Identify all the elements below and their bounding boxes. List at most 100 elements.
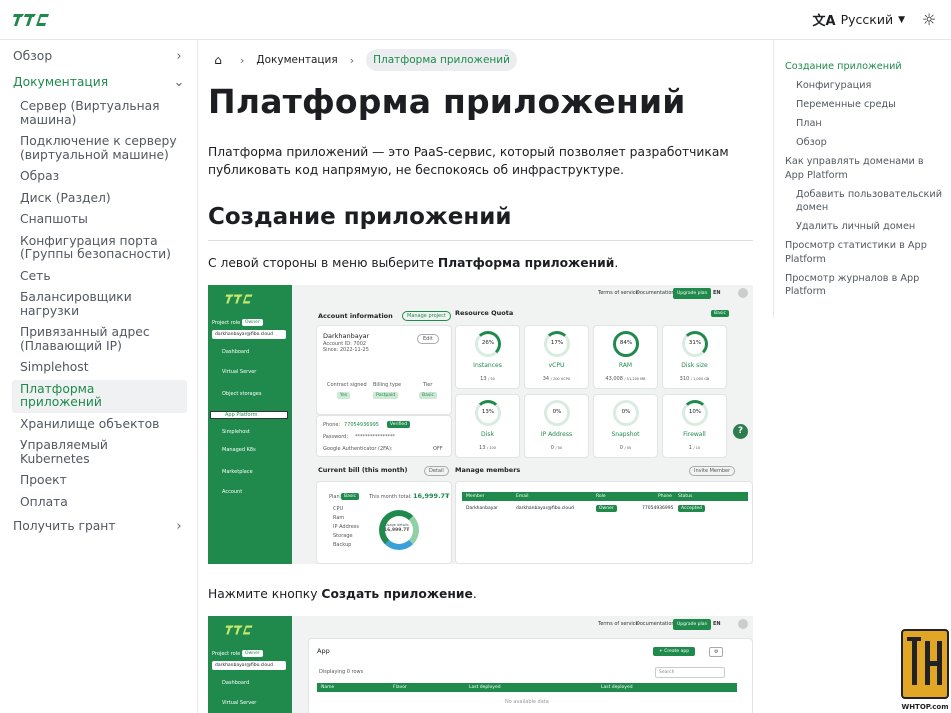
quota-max: / 100 — [486, 446, 496, 450]
screenshot-menu-item[interactable]: Dashboard — [208, 349, 292, 355]
screenshot-menu-item[interactable]: Simplehost — [208, 429, 292, 435]
search-input[interactable]: Search — [655, 667, 725, 678]
sidebar-subitem[interactable]: Конфигурация порта (Группы безопасности) — [12, 232, 187, 265]
phone-value: 77054936995 — [344, 422, 379, 428]
quota-max: / 1,000 GB — [690, 377, 710, 381]
toc-link[interactable]: План — [785, 117, 943, 131]
quota-ring: 31% — [682, 331, 708, 357]
breadcrumb-current: Платформа приложений — [366, 49, 517, 71]
sidebar-subitem[interactable]: Сервер (Виртуальная машина) — [12, 97, 187, 130]
chevron-right-icon: › — [176, 49, 182, 64]
sidebar-subitem[interactable]: Образ — [12, 167, 187, 187]
lang-switch[interactable]: EN — [713, 290, 721, 296]
sidebar-subitem[interactable]: Диск (Раздел) — [12, 189, 187, 209]
lang-switch[interactable]: EN — [713, 621, 721, 627]
col-member: Member — [466, 494, 485, 499]
quota-percent: 0% — [552, 409, 562, 415]
toc-link[interactable]: Добавить пользовательский домен — [785, 188, 943, 215]
screenshot-menu-item[interactable]: Virtual Server — [208, 369, 292, 375]
settings-icon[interactable]: ⚙ — [709, 647, 724, 657]
sidebar-subitem[interactable]: Подключение к серверу (виртуальной машин… — [12, 132, 187, 165]
avatar[interactable] — [738, 288, 748, 298]
documentation-link[interactable]: Documentation — [636, 621, 675, 627]
toc-link[interactable]: Удалить личный домен — [785, 220, 943, 234]
sun-icon[interactable]: ☼ — [919, 10, 939, 30]
breadcrumb-docs[interactable]: Документация — [256, 54, 337, 66]
caret-down-icon: ▼ — [898, 14, 905, 25]
brand-logo[interactable] — [12, 12, 50, 28]
menu-dashboard[interactable]: Dashboard — [208, 680, 292, 686]
quota-name: Firewall — [683, 431, 706, 438]
screenshot-menu-item[interactable]: Marketplace — [208, 469, 292, 475]
quota-name: IP Address — [540, 431, 573, 438]
account-since: Since: 2022-11-25 — [323, 347, 369, 353]
upgrade-button[interactable]: Upgrade plan — [673, 619, 712, 630]
step-1-text: С левой стороны в меню выберите Платформ… — [208, 256, 619, 270]
member-role: Owner — [596, 505, 617, 512]
contract-label: Contract signed — [327, 382, 367, 388]
col-email: Email — [516, 494, 529, 499]
sidebar-subitem[interactable]: Проект — [12, 471, 187, 491]
bill-legend-item: Ram — [333, 515, 345, 521]
toc-link[interactable]: Переменные среды — [785, 98, 943, 112]
edit-button[interactable]: Edit — [417, 334, 439, 344]
language-dropdown[interactable]: 文A Русский ▼ — [813, 10, 905, 29]
sidebar-subitem[interactable]: Оплата — [12, 493, 187, 513]
quota-used: 34 — [542, 376, 550, 382]
toc-link[interactable]: Просмотр статистики в App Platform — [785, 239, 943, 266]
2fa-toggle[interactable]: OFF — [433, 446, 443, 452]
sidebar-subitem[interactable]: Привязанный адрес (Плавающий IP) — [12, 323, 187, 356]
quota-used: 310 — [679, 376, 690, 382]
quota-ring: 84% — [613, 331, 639, 357]
sidebar-item-overview[interactable]: Обзор › — [12, 44, 187, 69]
whtop-watermark: WHTOP.com — [901, 629, 949, 711]
screenshot-menu-item[interactable]: Object storages — [208, 391, 292, 397]
sidebar-subitem[interactable]: Балансировщики нагрузки — [12, 288, 187, 321]
plan-badge: Basic — [711, 310, 729, 317]
invite-button[interactable]: Invite Member — [689, 466, 736, 476]
toc-link[interactable]: Как управлять доменами в App Platform — [785, 155, 943, 182]
toc-link[interactable]: Обзор — [785, 136, 943, 150]
documentation-link[interactable]: Documentation — [636, 290, 675, 296]
project-select[interactable]: darkhanbayar@fibo.cloud — [212, 330, 286, 339]
manage-project-button[interactable]: Manage project — [402, 311, 451, 321]
sidebar-subitem[interactable]: Платформа приложений — [12, 379, 187, 413]
app-card: App + Create app ⚙ Displaying 0 rows Sea… — [308, 638, 753, 713]
quota-ring: 0% — [613, 400, 639, 426]
screenshot-menu-item[interactable]: Account — [208, 489, 292, 495]
quota-percent: 84% — [619, 340, 633, 346]
toc-link[interactable]: Конфигурация — [785, 79, 943, 93]
terms-link[interactable]: Terms of service — [598, 621, 639, 627]
sidebar-subitem[interactable]: Снапшоты — [12, 210, 187, 230]
detail-button[interactable]: Detail — [424, 466, 449, 476]
screenshot-menu-item[interactable]: Managed K8s — [208, 447, 292, 453]
quota-name: Instances — [473, 362, 502, 369]
quota-usage: 43,008 / 51,200 MB — [594, 376, 657, 382]
quota-used: 13 — [479, 445, 486, 451]
member-email: darkhanbayar@fibo.cloud — [516, 506, 574, 511]
screenshot-menu-item[interactable]: App Platform — [210, 411, 288, 419]
home-icon[interactable]: ⌂ — [208, 53, 228, 67]
month-total-label: This month total: — [369, 494, 412, 500]
create-app-button[interactable]: + Create app — [653, 647, 696, 656]
project-select[interactable]: darkhanbayar@fibo.cloud — [212, 661, 286, 670]
upgrade-button[interactable]: Upgrade plan — [673, 288, 712, 299]
help-icon[interactable]: ? — [733, 424, 748, 439]
table-row: Darkhanbayar darkhanbayar@fibo.cloud Own… — [462, 504, 748, 514]
members-card: Member Email Role Phone Status Darkhanba… — [455, 481, 753, 564]
toc-link[interactable]: Просмотр журналов в App Platform — [785, 272, 943, 299]
toc-link[interactable]: Создание приложений — [785, 60, 943, 74]
sidebar-subitem[interactable]: Хранилище объектов — [12, 415, 187, 435]
menu-virtual-server[interactable]: Virtual Server — [208, 700, 292, 706]
sidebar-item-documentation[interactable]: Документация ⌄ — [12, 70, 187, 95]
sidebar-subitem[interactable]: Управляемый Kubernetes — [12, 436, 187, 469]
terms-link[interactable]: Terms of service — [598, 290, 639, 296]
sidebar-subitem[interactable]: Сеть — [12, 267, 187, 287]
quota-name: vCPU — [548, 362, 565, 369]
col-last-deployed-2: Last deployed — [601, 685, 633, 690]
breadcrumb: ⌂ › Документация › Платформа приложений — [208, 40, 753, 80]
sidebar-item-get-grant[interactable]: Получить грант › — [12, 514, 187, 539]
avatar[interactable] — [738, 619, 748, 629]
project-role-label: Project role — [212, 651, 241, 657]
sidebar-subitem[interactable]: Simplehost — [12, 358, 187, 378]
